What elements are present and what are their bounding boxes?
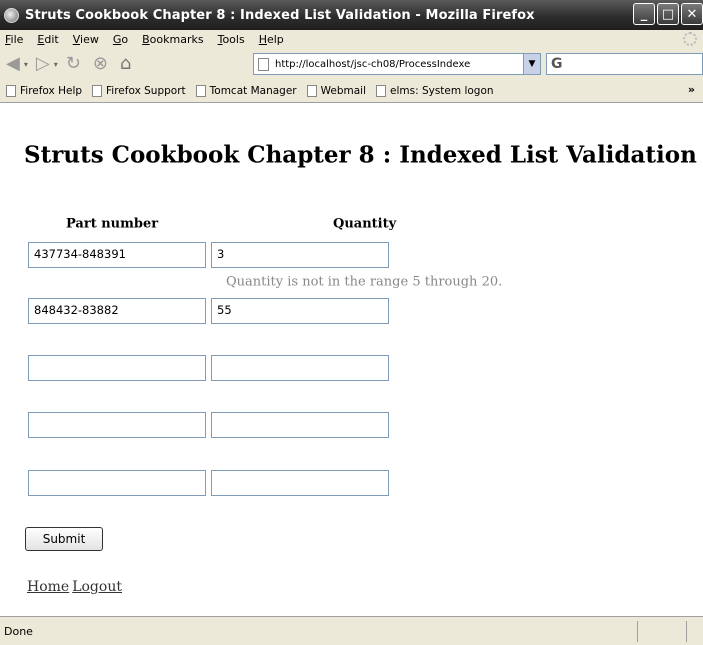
part-number-field[interactable]: [28, 355, 206, 381]
firefox-icon: [4, 7, 19, 23]
footer-links: Home Logout: [27, 579, 125, 595]
part-number-field[interactable]: 848432-83882: [28, 298, 206, 324]
bookmark-item[interactable]: Webmail: [306, 84, 366, 97]
reload-icon[interactable]: ↻: [66, 55, 81, 73]
menu-file[interactable]: File: [5, 33, 23, 46]
forward-dropdown-icon[interactable]: ▾: [54, 60, 58, 69]
bookmark-item[interactable]: Firefox Support: [92, 84, 186, 97]
quantity-header: Quantity: [333, 216, 397, 232]
bookmark-item[interactable]: Firefox Help: [6, 84, 83, 97]
google-search-icon[interactable]: G: [551, 56, 563, 72]
title-bar: Struts Cookbook Chapter 8 : Indexed List…: [0, 0, 703, 30]
home-icon[interactable]: ⌂: [120, 55, 131, 73]
status-text: Done: [4, 624, 33, 638]
url-dropdown-icon[interactable]: ▼: [523, 54, 540, 74]
page-icon: [376, 84, 386, 97]
status-bar: Done: [0, 616, 703, 645]
window-title: Struts Cookbook Chapter 8 : Indexed List…: [25, 7, 535, 23]
page-title: Struts Cookbook Chapter 8 : Indexed List…: [24, 141, 697, 169]
close-button[interactable]: ✕: [681, 3, 703, 25]
menu-help[interactable]: Help: [259, 33, 284, 46]
search-box[interactable]: G: [546, 53, 703, 75]
navigation-toolbar: ◀ ▾ ▷ ▾ ↻ ⊗ ⌂ http://localhost/jsc-ch08/…: [0, 49, 703, 79]
status-divider: [686, 621, 687, 642]
page-icon: [92, 84, 103, 97]
menu-tools[interactable]: Tools: [218, 33, 245, 46]
bookmark-label: Firefox Help: [20, 84, 83, 97]
page-content: Struts Cookbook Chapter 8 : Indexed List…: [0, 104, 703, 616]
page-icon: [6, 84, 16, 97]
bookmark-label: Tomcat Manager: [209, 84, 297, 97]
status-divider: [637, 621, 638, 642]
quantity-field[interactable]: 55: [211, 298, 389, 324]
back-icon[interactable]: ◀: [6, 55, 20, 73]
page-icon: [306, 84, 317, 97]
bookmark-label: elms: System logon: [390, 84, 494, 97]
address-bar[interactable]: http://localhost/jsc-ch08/ProcessIndexe …: [253, 53, 541, 75]
part-number-field[interactable]: 437734-848391: [28, 242, 206, 268]
window-controls: _ □ ✕: [631, 3, 703, 25]
quantity-field[interactable]: [211, 355, 389, 381]
menu-bookmarks[interactable]: Bookmarks: [142, 33, 203, 46]
quantity-field[interactable]: [211, 470, 389, 496]
bookmark-label: Webmail: [320, 84, 366, 97]
bookmark-item[interactable]: Tomcat Manager: [195, 84, 297, 97]
submit-button[interactable]: Submit: [25, 527, 103, 551]
bookmarks-overflow-icon[interactable]: »: [688, 83, 695, 96]
menu-view[interactable]: View: [73, 33, 99, 46]
back-dropdown-icon[interactable]: ▾: [24, 60, 28, 69]
bookmark-label: Firefox Support: [106, 84, 186, 97]
url-text[interactable]: http://localhost/jsc-ch08/ProcessIndexe: [275, 59, 515, 70]
menu-bar: File Edit View Go Bookmarks Tools Help: [0, 30, 703, 49]
stop-icon[interactable]: ⊗: [93, 55, 108, 73]
part-number-field[interactable]: [28, 412, 206, 438]
bookmark-item[interactable]: elms: System logon: [376, 84, 494, 97]
page-icon: [258, 57, 269, 71]
quantity-field[interactable]: 3: [211, 242, 389, 268]
minimize-button[interactable]: _: [633, 3, 655, 25]
maximize-button[interactable]: □: [657, 3, 679, 25]
part-number-field[interactable]: [28, 470, 206, 496]
part-number-header: Part number: [66, 216, 159, 232]
home-link[interactable]: Home: [27, 579, 69, 595]
page-icon: [195, 84, 206, 97]
quantity-field[interactable]: [211, 412, 389, 438]
bookmarks-toolbar: Firefox Help Firefox Support Tomcat Mana…: [0, 79, 703, 103]
throbber-icon: [683, 32, 697, 46]
forward-icon[interactable]: ▷: [36, 55, 50, 73]
logout-link[interactable]: Logout: [72, 579, 122, 595]
menu-edit[interactable]: Edit: [37, 33, 58, 46]
menu-go[interactable]: Go: [113, 33, 128, 46]
quantity-error-message: Quantity is not in the range 5 through 2…: [226, 274, 503, 290]
